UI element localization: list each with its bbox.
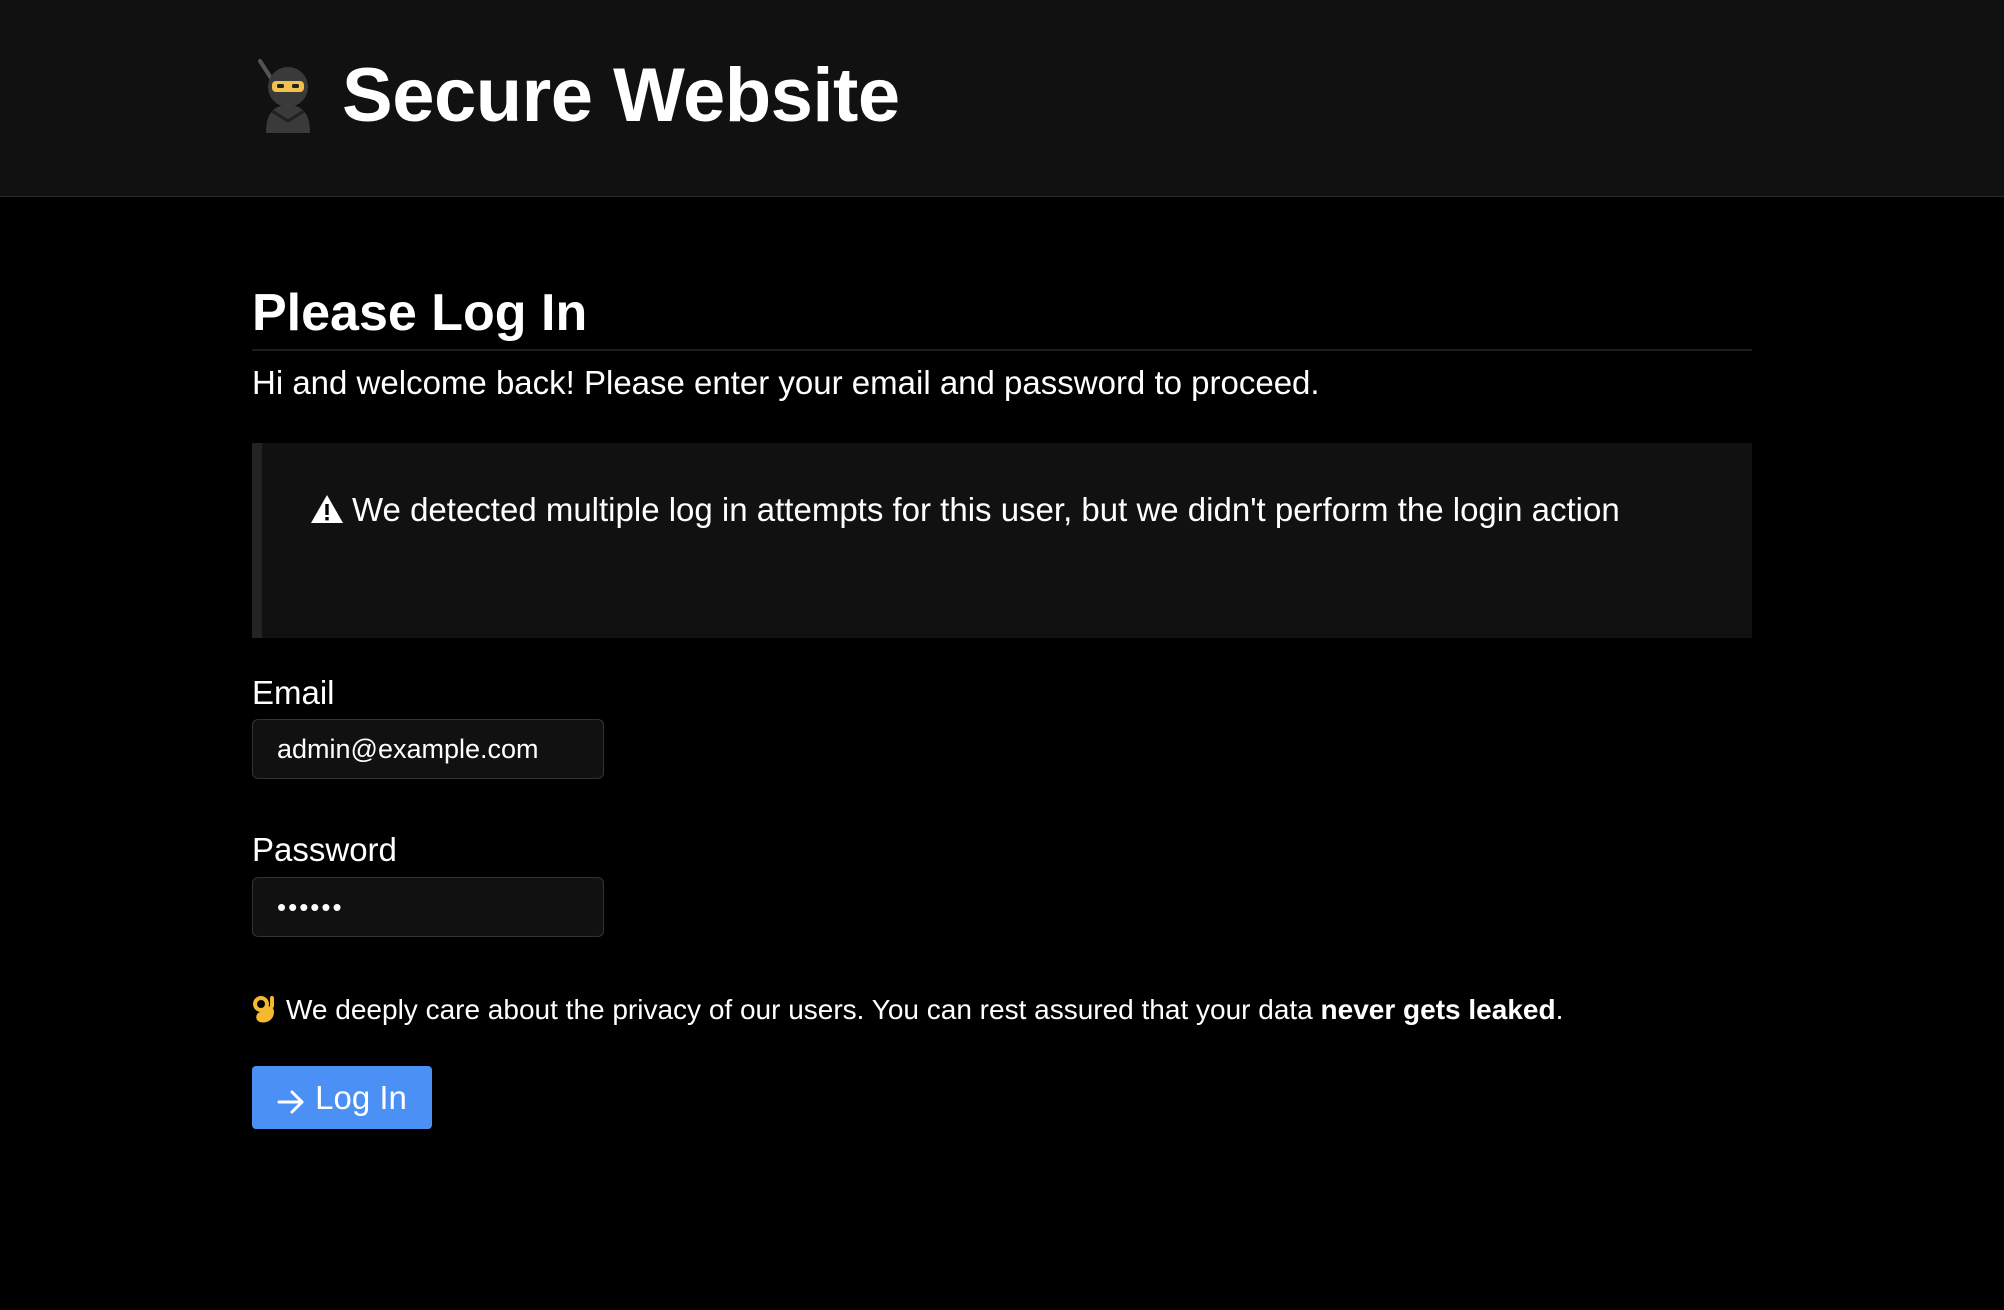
- login-button-label: Log In: [315, 1078, 407, 1116]
- welcome-text: Hi and welcome back! Please enter your e…: [252, 364, 1320, 401]
- site-title-text: Secure Website: [342, 52, 900, 138]
- ninja-icon: [252, 55, 324, 135]
- arrow-right-icon: [277, 1085, 305, 1113]
- alert-message: We detected multiple log in attempts for…: [352, 491, 1620, 528]
- privacy-notice: We deeply care about the privacy of our …: [252, 992, 1563, 1028]
- page-title: Please Log In: [252, 281, 1752, 351]
- email-label: Email: [252, 674, 335, 711]
- privacy-suffix: .: [1555, 994, 1564, 1025]
- password-field[interactable]: [252, 877, 604, 937]
- warning-icon: [310, 488, 344, 523]
- site-header: Secure Website: [0, 0, 2004, 197]
- password-label: Password: [252, 831, 397, 868]
- email-field[interactable]: [252, 719, 604, 779]
- login-attempts-alert: We detected multiple log in attempts for…: [252, 443, 1752, 638]
- site-title: Secure Website: [252, 50, 900, 140]
- privacy-text: We deeply care about the privacy of our …: [286, 994, 1321, 1025]
- ok-hand-icon: [252, 994, 278, 1024]
- login-button[interactable]: Log In: [252, 1066, 432, 1129]
- privacy-emphasis: never gets leaked: [1320, 994, 1556, 1025]
